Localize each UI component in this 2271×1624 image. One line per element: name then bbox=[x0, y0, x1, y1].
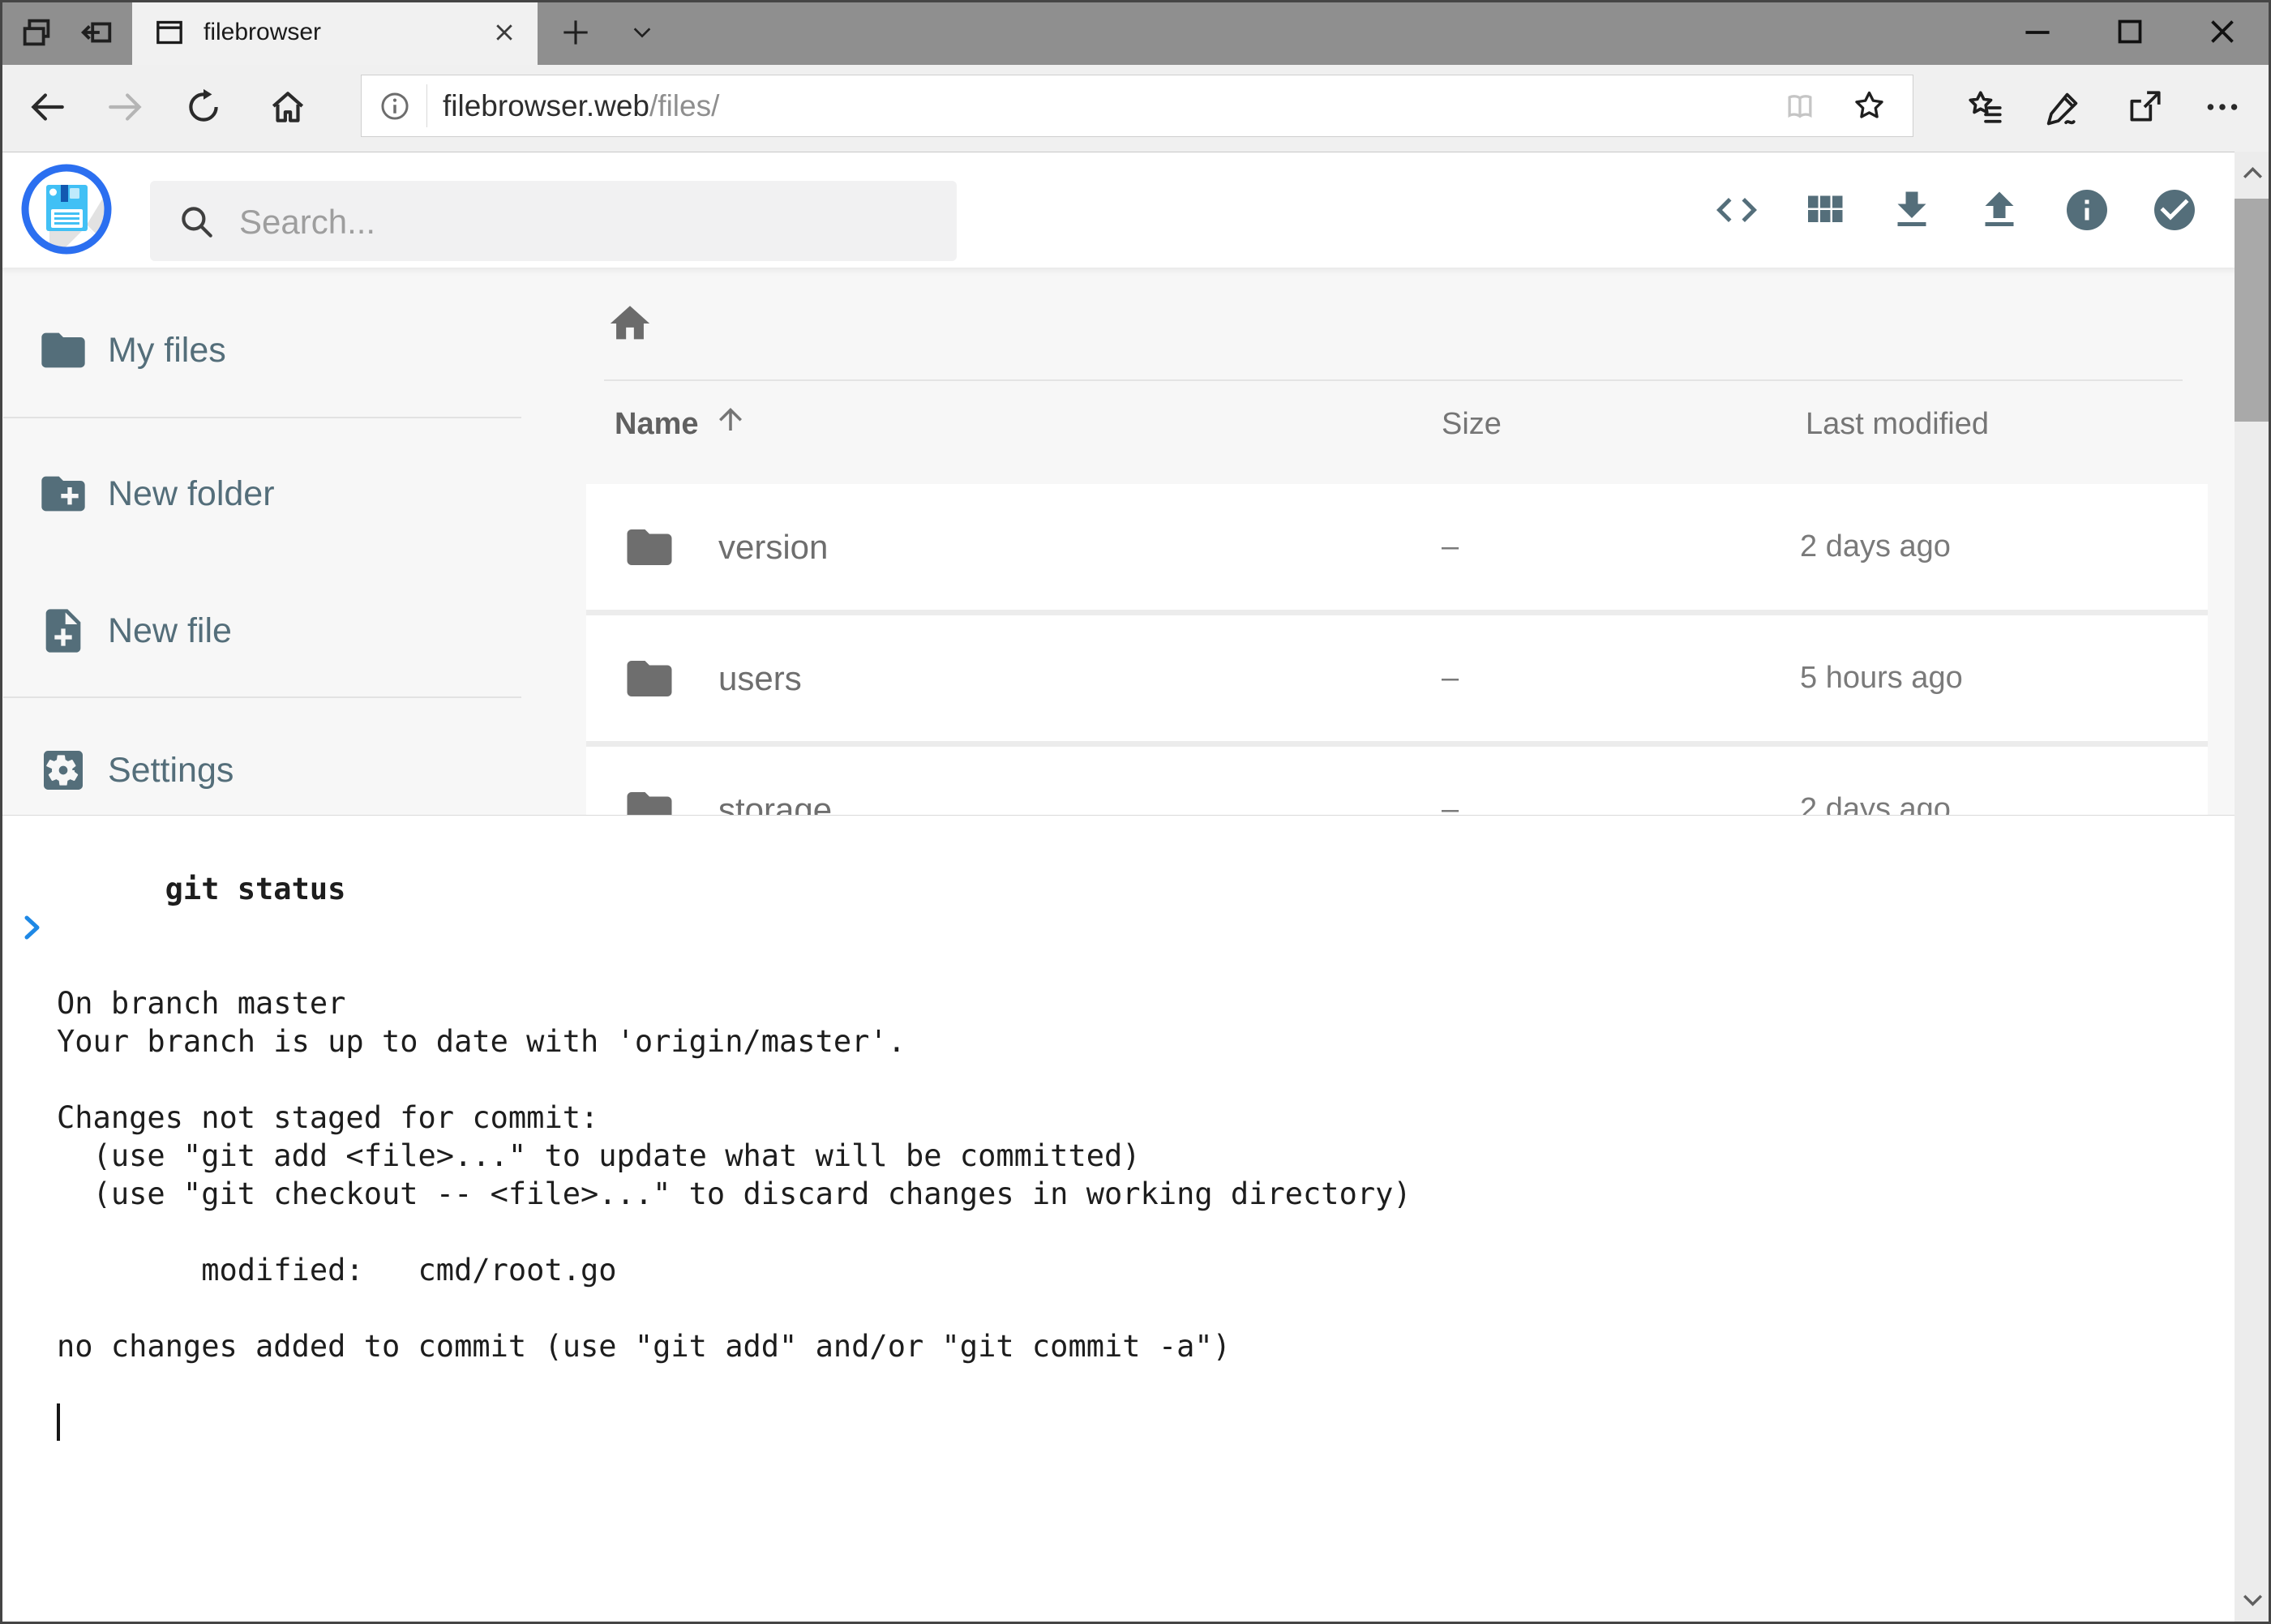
favorite-star-icon[interactable] bbox=[1850, 87, 1888, 125]
file-modified: 5 hours ago bbox=[1800, 615, 1963, 741]
folder-icon bbox=[623, 652, 676, 705]
window-close-button[interactable] bbox=[2202, 11, 2243, 52]
reading-view-icon[interactable] bbox=[1782, 88, 1818, 124]
page-icon bbox=[153, 16, 186, 49]
url-host: filebrowser.web bbox=[443, 89, 649, 122]
sidebar-item-new-folder[interactable]: New folder bbox=[0, 453, 523, 534]
terminal-output-line: Changes not staged for commit: bbox=[57, 1099, 2235, 1137]
home-icon[interactable] bbox=[268, 87, 308, 127]
text-cursor bbox=[57, 1403, 60, 1441]
tasks-check-icon[interactable] bbox=[2150, 186, 2199, 234]
download-icon[interactable] bbox=[1888, 186, 1936, 234]
new-folder-icon bbox=[37, 468, 89, 520]
sidebar-item-label: Settings bbox=[108, 730, 234, 811]
scrollbar-thumb[interactable] bbox=[2235, 199, 2271, 422]
sidebar-divider bbox=[3, 696, 521, 698]
terminal-panel[interactable]: git status On branch master Your branch … bbox=[0, 815, 2235, 1624]
tab-preview-icon[interactable] bbox=[18, 14, 55, 51]
forward-icon[interactable] bbox=[105, 87, 146, 127]
app-header bbox=[0, 152, 2271, 268]
filebrowser-logo-icon[interactable] bbox=[20, 163, 113, 255]
sidebar-item-label: New file bbox=[108, 590, 232, 671]
terminal-prompt-line: git status bbox=[57, 832, 2235, 946]
code-view-icon[interactable] bbox=[1712, 186, 1761, 234]
info-icon[interactable] bbox=[2063, 186, 2111, 234]
terminal-output-line: On branch master bbox=[57, 984, 2235, 1022]
ellipsis-menu-icon[interactable] bbox=[2202, 87, 2243, 127]
address-bar[interactable]: filebrowser.web/files/ bbox=[361, 75, 1913, 137]
settings-gear-icon bbox=[37, 744, 89, 796]
breadcrumb-home-icon[interactable] bbox=[606, 300, 653, 347]
tab-bar: filebrowser bbox=[0, 0, 2271, 65]
folder-icon bbox=[623, 521, 676, 574]
scroll-up-icon[interactable] bbox=[2235, 152, 2271, 195]
set-tabs-aside-icon[interactable] bbox=[78, 14, 115, 51]
search-box[interactable] bbox=[150, 181, 957, 261]
navigation-toolbar: filebrowser.web/files/ bbox=[0, 65, 2271, 152]
site-info-icon[interactable] bbox=[378, 89, 412, 123]
sidebar-divider bbox=[3, 417, 521, 418]
upload-icon[interactable] bbox=[1975, 186, 2024, 234]
grid-view-icon[interactable] bbox=[1800, 186, 1849, 234]
column-header-size[interactable]: Size bbox=[1442, 407, 1502, 442]
page-scrollbar[interactable] bbox=[2235, 152, 2271, 1622]
maximize-button[interactable] bbox=[2110, 11, 2150, 52]
file-modified: 2 days ago bbox=[1800, 484, 1951, 610]
url-text[interactable]: filebrowser.web/files/ bbox=[443, 75, 719, 136]
column-header-modified[interactable]: Last modified bbox=[1806, 407, 1989, 442]
file-name: users bbox=[718, 615, 802, 741]
terminal-output-line: no changes added to commit (use "git add… bbox=[57, 1327, 2235, 1365]
terminal-output-line bbox=[57, 1289, 2235, 1327]
file-name: version bbox=[718, 484, 828, 610]
hub-favorites-icon[interactable] bbox=[1965, 87, 2005, 127]
tab-list-chevron-icon[interactable] bbox=[626, 19, 658, 45]
url-path: /files/ bbox=[649, 89, 719, 122]
sidebar-item-label: New folder bbox=[108, 453, 275, 534]
sidebar-item-new-file[interactable]: New file bbox=[0, 590, 523, 671]
column-header-name[interactable]: Name bbox=[615, 407, 699, 442]
prompt-chevron-icon bbox=[24, 839, 44, 863]
back-icon[interactable] bbox=[27, 87, 67, 127]
terminal-output-line bbox=[57, 1365, 2235, 1403]
share-icon[interactable] bbox=[2124, 87, 2165, 127]
browser-window: filebrowser bbox=[0, 0, 2271, 1624]
sort-ascending-icon[interactable] bbox=[713, 402, 748, 436]
browser-tab[interactable]: filebrowser bbox=[132, 0, 538, 65]
terminal-output-line bbox=[57, 1061, 2235, 1099]
scroll-down-icon[interactable] bbox=[2235, 1578, 2271, 1622]
web-note-pen-icon[interactable] bbox=[2043, 87, 2084, 127]
new-tab-icon[interactable] bbox=[558, 15, 593, 50]
sidebar-item-my-files[interactable]: My files bbox=[0, 310, 523, 391]
new-file-icon bbox=[37, 605, 89, 657]
terminal-output-line: modified: cmd/root.go bbox=[57, 1251, 2235, 1289]
tab-close-icon[interactable] bbox=[487, 15, 521, 49]
file-size: – bbox=[1442, 615, 1459, 741]
file-size: – bbox=[1442, 484, 1459, 610]
terminal-command: git status bbox=[165, 872, 346, 906]
file-row-version[interactable]: version – 2 days ago bbox=[586, 484, 2208, 610]
terminal-output-line: (use "git checkout -- <file>..." to disc… bbox=[57, 1175, 2235, 1213]
minimize-button[interactable] bbox=[2017, 11, 2058, 52]
file-row-users[interactable]: users – 5 hours ago bbox=[586, 615, 2208, 741]
terminal-cursor-line bbox=[57, 1403, 2235, 1443]
search-icon bbox=[176, 201, 216, 242]
terminal-output-line: Your branch is up to date with 'origin/m… bbox=[57, 1022, 2235, 1061]
address-separator bbox=[426, 84, 427, 127]
search-input[interactable] bbox=[238, 181, 938, 263]
terminal-output-line bbox=[57, 946, 2235, 984]
listing-divider bbox=[604, 379, 2183, 381]
sidebar-item-settings[interactable]: Settings bbox=[0, 730, 523, 811]
refresh-icon[interactable] bbox=[183, 87, 224, 127]
terminal-output-line: (use "git add <file>..." to update what … bbox=[57, 1137, 2235, 1175]
terminal-output-line bbox=[57, 1213, 2235, 1251]
folder-icon bbox=[37, 324, 89, 376]
tab-title: filebrowser bbox=[204, 0, 321, 65]
sidebar-item-label: My files bbox=[108, 310, 226, 391]
